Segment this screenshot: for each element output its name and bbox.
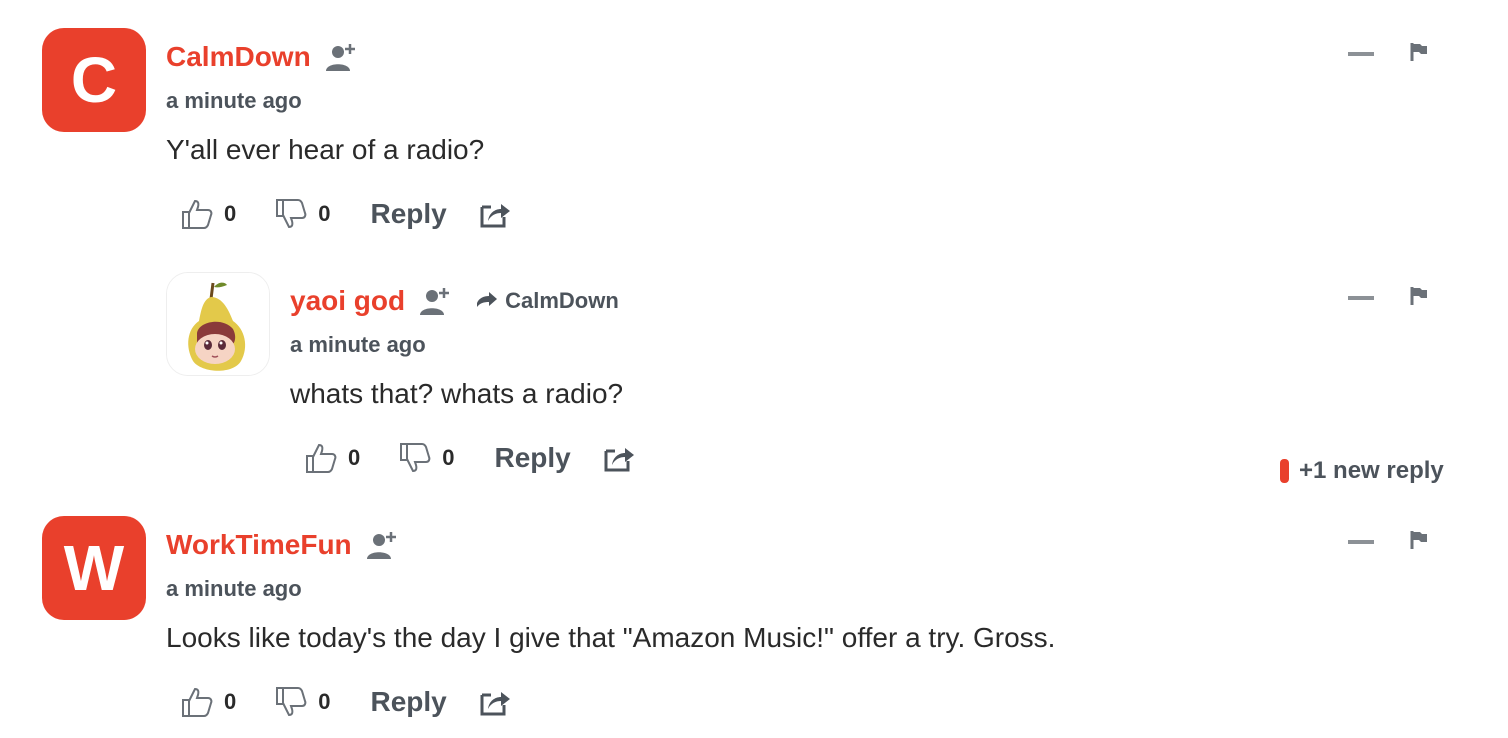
timestamp: a minute ago xyxy=(166,576,302,601)
reply-button[interactable]: Reply xyxy=(371,686,447,718)
upvote-count: 0 xyxy=(224,689,237,714)
upvote-button[interactable]: 0 xyxy=(304,441,360,475)
avatar[interactable]: W xyxy=(42,516,146,620)
pear-avatar-image xyxy=(167,273,269,375)
new-reply-text: +1 new reply xyxy=(1299,457,1444,484)
comment-text: whats that? whats a radio? xyxy=(290,378,624,409)
comment-text: Looks like today's the day I give that "… xyxy=(166,622,1056,653)
timestamp: a minute ago xyxy=(290,332,426,357)
follow-user-icon[interactable] xyxy=(325,41,359,73)
thumbs-down-icon xyxy=(276,199,307,229)
thumbs-up-icon xyxy=(182,687,213,717)
follow-user-icon[interactable] xyxy=(419,285,453,317)
upvote-count: 0 xyxy=(224,201,237,226)
flag-icon[interactable] xyxy=(1410,42,1428,67)
downvote-count: 0 xyxy=(318,201,331,226)
downvote-count: 0 xyxy=(442,445,455,470)
reply-button[interactable]: Reply xyxy=(371,198,447,230)
downvote-button[interactable]: 0 xyxy=(398,441,455,475)
share-icon[interactable] xyxy=(479,687,511,717)
comment-text: Y'all ever hear of a radio? xyxy=(166,134,485,165)
comment-actions: 0 0 Reply xyxy=(180,684,511,720)
avatar-letter: W xyxy=(63,532,125,604)
share-icon[interactable] xyxy=(603,443,635,473)
comment-header: CalmDown xyxy=(166,38,359,76)
collapse-icon[interactable] xyxy=(1348,52,1374,56)
share-icon[interactable] xyxy=(479,199,511,229)
thumbs-up-icon xyxy=(306,443,337,473)
collapse-icon[interactable] xyxy=(1348,540,1374,544)
new-reply-indicator[interactable]: +1 new reply xyxy=(1280,457,1444,485)
downvote-button[interactable]: 0 xyxy=(274,685,331,719)
upvote-button[interactable]: 0 xyxy=(180,197,236,231)
reply-to-name: CalmDown xyxy=(505,288,619,313)
thumbs-down-icon xyxy=(400,443,431,473)
thumbs-down-icon xyxy=(276,687,307,717)
downvote-count: 0 xyxy=(318,689,331,714)
flag-icon[interactable] xyxy=(1410,530,1428,555)
comment-actions: 0 0 Reply xyxy=(180,196,511,232)
timestamp: a minute ago xyxy=(166,88,302,113)
avatar[interactable]: C xyxy=(42,28,146,132)
avatar-letter: C xyxy=(70,44,118,116)
reply-comment: yaoi god CalmDown a minute ago whats tha… xyxy=(0,250,1508,500)
comment-header: WorkTimeFun xyxy=(166,526,400,564)
follow-user-icon[interactable] xyxy=(366,529,400,561)
reply-to-link[interactable]: CalmDown xyxy=(475,288,619,314)
comment-actions: 0 0 Reply xyxy=(304,440,635,476)
flag-icon[interactable] xyxy=(1410,286,1428,311)
comment-header: yaoi god CalmDown xyxy=(290,282,619,320)
new-reply-marker xyxy=(1280,459,1289,483)
upvote-button[interactable]: 0 xyxy=(180,685,236,719)
collapse-icon[interactable] xyxy=(1348,296,1374,300)
downvote-button[interactable]: 0 xyxy=(274,197,331,231)
author-name[interactable]: yaoi god xyxy=(290,285,405,317)
author-name[interactable]: CalmDown xyxy=(166,41,311,73)
upvote-count: 0 xyxy=(348,445,361,470)
avatar[interactable] xyxy=(166,272,270,376)
thumbs-up-icon xyxy=(182,199,213,229)
reply-arrow-icon xyxy=(477,292,498,307)
author-name[interactable]: WorkTimeFun xyxy=(166,529,352,561)
comment: C CalmDown a minute ago Y'all ever hear … xyxy=(0,0,1508,250)
reply-button[interactable]: Reply xyxy=(495,442,571,474)
comment: W WorkTimeFun a minute ago Looks like to… xyxy=(0,500,1508,738)
